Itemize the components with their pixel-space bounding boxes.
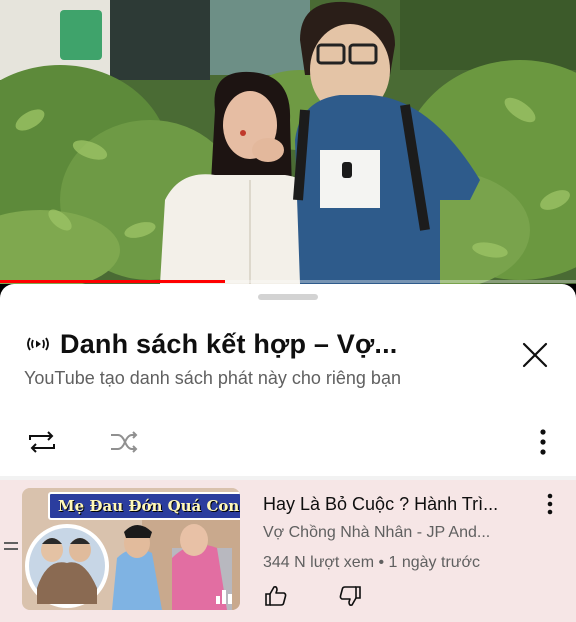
video-frame: [0, 0, 576, 284]
loop-button[interactable]: [24, 424, 60, 460]
dislike-button[interactable]: [336, 582, 364, 610]
sheet-drag-handle[interactable]: [258, 294, 318, 300]
playlist-header: Danh sách kết hợp – Vợ...: [24, 326, 397, 362]
thumbnail-banner-text: Mẹ Đau Đớn Quá Con Ơi !: [48, 492, 240, 520]
video-player[interactable]: [0, 0, 576, 284]
now-playing-bars-icon: [216, 590, 232, 604]
thumbs-down-icon: [339, 586, 361, 606]
loop-icon: [29, 431, 55, 453]
video-title[interactable]: Hay Là Bỏ Cuộc ? Hành Trì...: [263, 494, 533, 515]
playlist-item[interactable]: Mẹ Đau Đớn Quá Con Ơi ! Hay Là Bỏ Cuộc ?…: [0, 480, 576, 622]
shuffle-button[interactable]: [106, 424, 142, 460]
item-more-button[interactable]: [538, 492, 562, 516]
playlist-sheet: Danh sách kết hợp – Vợ... YouTube tạo da…: [0, 284, 576, 622]
video-meta: 344 N lượt xem • 1 ngày trước: [263, 554, 480, 571]
playlist-more-button[interactable]: [532, 424, 554, 460]
playlist-controls: [24, 424, 554, 460]
video-thumbnail[interactable]: Mẹ Đau Đớn Quá Con Ơi !: [22, 488, 240, 610]
shuffle-icon: [111, 431, 138, 453]
channel-name[interactable]: Vợ Chồng Nhà Nhân - JP And...: [263, 524, 533, 542]
thumbs-up-icon: [265, 586, 287, 606]
video-progress-bar[interactable]: [0, 280, 576, 283]
more-vertical-icon: [540, 429, 546, 455]
drag-handle-icon[interactable]: [4, 542, 18, 552]
close-button[interactable]: [518, 338, 552, 372]
more-vertical-icon: [547, 493, 553, 515]
youtube-app: Danh sách kết hợp – Vợ... YouTube tạo da…: [0, 0, 576, 622]
playlist-subtitle: YouTube tạo danh sách phát này cho riêng…: [24, 368, 401, 388]
close-icon: [522, 342, 548, 368]
playlist-title: Danh sách kết hợp – Vợ...: [60, 328, 398, 359]
mix-broadcast-icon: [24, 334, 52, 354]
video-progress-fill: [0, 280, 225, 283]
like-button[interactable]: [262, 582, 290, 610]
